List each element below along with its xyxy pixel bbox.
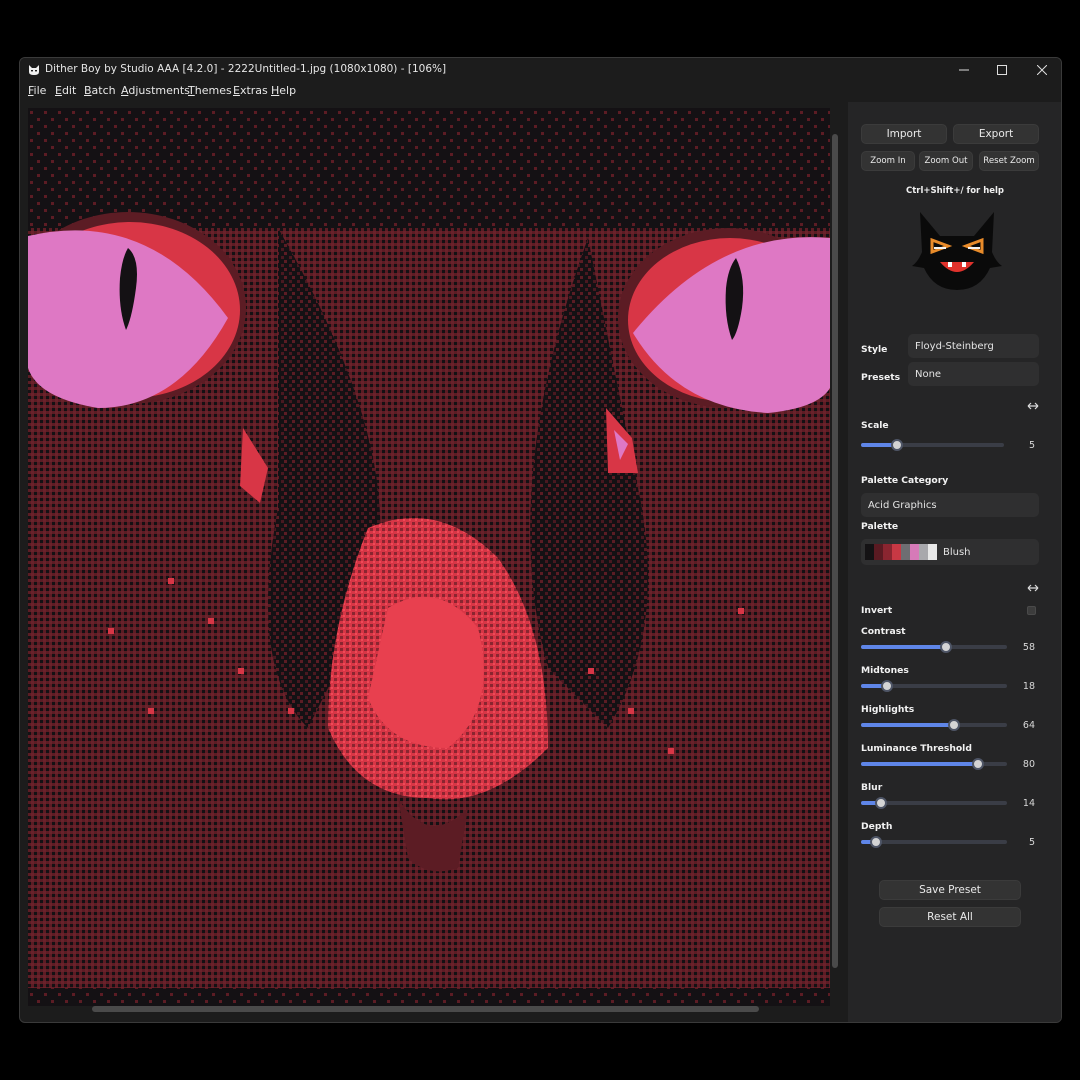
control-panel: Import Export Zoom In Zoom Out Reset Zoo… [848, 102, 1061, 1022]
slider-knob[interactable] [939, 641, 952, 653]
contrast-label: Contrast [861, 626, 906, 637]
palette-category-label: Palette Category [861, 475, 949, 486]
invert-label: Invert [861, 605, 893, 616]
window-title: Dither Boy by Studio AAA [4.2.0] - 2222U… [45, 63, 447, 75]
slider-knob[interactable] [948, 719, 961, 731]
reset-all-button[interactable]: Reset All [879, 907, 1021, 927]
blur-slider[interactable] [861, 797, 1007, 809]
style-label: Style [861, 344, 888, 355]
luminance-threshold-label: Luminance Threshold [861, 743, 972, 754]
midtones-value: 18 [1022, 681, 1035, 692]
slider-fill [861, 645, 946, 649]
minimize-icon [959, 69, 969, 71]
menu-bar: File Edit Batch Adjustments Themes Extra… [20, 82, 1061, 102]
palette-swatch [901, 544, 910, 560]
slider-fill [861, 723, 955, 727]
scale-label: Scale [861, 420, 889, 431]
slider-knob[interactable] [881, 680, 894, 692]
slider-knob[interactable] [869, 836, 882, 848]
menu-edit[interactable]: Edit [55, 84, 76, 97]
zoom-out-button[interactable]: Zoom Out [919, 151, 973, 171]
help-hint: Ctrl+Shift+/ for help [905, 186, 1005, 196]
close-button[interactable] [1022, 58, 1061, 82]
minimize-button[interactable] [944, 58, 984, 82]
presets-dropdown[interactable]: None [908, 362, 1039, 386]
scale-value: 5 [1028, 440, 1035, 451]
menu-adjustments[interactable]: Adjustments [121, 84, 190, 97]
image-canvas[interactable] [28, 108, 830, 1006]
contrast-slider[interactable] [861, 641, 1007, 653]
save-preset-button[interactable]: Save Preset [879, 880, 1021, 900]
midtones-label: Midtones [861, 665, 909, 676]
menu-extras[interactable]: Extras [233, 84, 268, 97]
expand-arrows-icon[interactable] [1027, 583, 1039, 593]
highlights-value: 64 [1022, 720, 1035, 731]
dithered-cat-image [28, 108, 830, 1006]
app-window: Dither Boy by Studio AAA [4.2.0] - 2222U… [19, 57, 1062, 1023]
palette-swatch [865, 544, 874, 560]
import-button[interactable]: Import [861, 124, 947, 144]
palette-label: Palette [861, 521, 899, 532]
luminance-threshold-value: 80 [1022, 759, 1035, 770]
slider-knob[interactable] [890, 439, 903, 451]
export-button[interactable]: Export [953, 124, 1039, 144]
highlights-label: Highlights [861, 704, 915, 715]
invert-checkbox[interactable] [1027, 606, 1036, 615]
palette-swatch [919, 544, 928, 560]
depth-label: Depth [861, 821, 893, 832]
palette-category-dropdown[interactable]: Acid Graphics [861, 493, 1039, 517]
zoom-in-button[interactable]: Zoom In [861, 151, 915, 171]
cat-mascot-icon [912, 212, 1002, 290]
blur-value: 14 [1022, 798, 1035, 809]
depth-slider[interactable] [861, 836, 1007, 848]
maximize-icon [997, 65, 1007, 75]
title-bar: Dither Boy by Studio AAA [4.2.0] - 2222U… [20, 58, 1061, 82]
palette-swatches [865, 544, 937, 560]
palette-swatch [883, 544, 892, 560]
style-dropdown[interactable]: Floyd-Steinberg [908, 334, 1039, 358]
reset-zoom-button[interactable]: Reset Zoom [979, 151, 1039, 171]
vertical-scrollbar[interactable] [832, 134, 838, 968]
palette-dropdown[interactable]: Blush [861, 539, 1039, 565]
slider-track [861, 840, 1007, 844]
cat-app-icon [29, 65, 39, 75]
menu-batch[interactable]: Batch [84, 84, 116, 97]
menu-file[interactable]: File [28, 84, 46, 97]
depth-value: 5 [1028, 837, 1035, 848]
blur-label: Blur [861, 782, 883, 793]
palette-swatch [928, 544, 937, 560]
contrast-value: 58 [1022, 642, 1035, 653]
palette-swatch [910, 544, 919, 560]
slider-knob[interactable] [971, 758, 984, 770]
highlights-slider[interactable] [861, 719, 1007, 731]
close-icon [1037, 65, 1047, 75]
menu-themes[interactable]: Themes [188, 84, 232, 97]
horizontal-scrollbar[interactable] [92, 1006, 759, 1012]
menu-help[interactable]: Help [271, 84, 296, 97]
palette-name: Blush [943, 546, 971, 558]
slider-knob[interactable] [875, 797, 888, 809]
expand-arrows-icon[interactable] [1027, 401, 1039, 411]
presets-label: Presets [861, 372, 901, 383]
scale-slider[interactable] [861, 439, 1004, 451]
palette-swatch [874, 544, 883, 560]
luminance-threshold-slider[interactable] [861, 758, 1007, 770]
palette-swatch [892, 544, 901, 560]
midtones-slider[interactable] [861, 680, 1007, 692]
slider-fill [861, 762, 978, 766]
maximize-button[interactable] [982, 58, 1022, 82]
